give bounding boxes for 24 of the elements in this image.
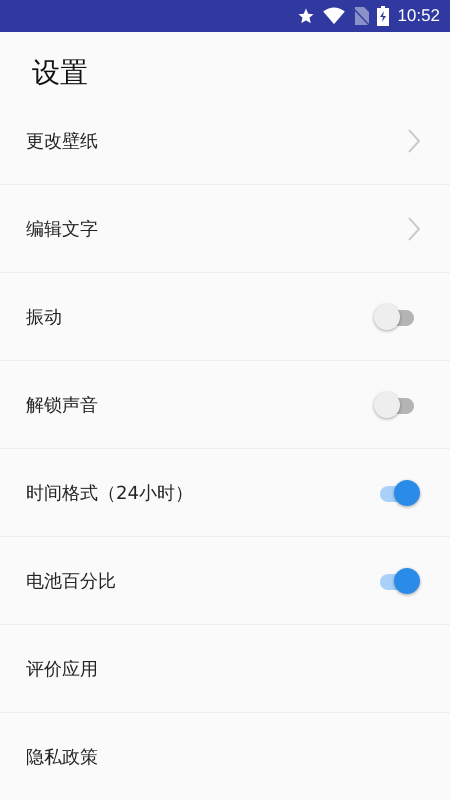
item-label: 编辑文字 (26, 218, 98, 240)
item-label: 解锁声音 (26, 394, 98, 416)
settings-item[interactable]: 编辑文字 (0, 185, 450, 273)
star-icon (297, 7, 316, 25)
settings-item[interactable]: 振动 (0, 273, 450, 361)
status-time: 10:52 (397, 6, 440, 26)
settings-item[interactable]: 时间格式（24小时） (0, 449, 450, 537)
settings-item[interactable]: 更改壁纸 (0, 97, 450, 185)
item-label: 评价应用 (26, 658, 98, 680)
settings-item[interactable]: 电池百分比 (0, 537, 450, 625)
chevron-icon (408, 128, 420, 152)
chevron-icon (408, 216, 420, 240)
item-label: 时间格式（24小时） (26, 482, 193, 504)
item-label: 隐私政策 (26, 746, 98, 768)
item-label: 振动 (26, 306, 62, 328)
no-sim-icon (353, 7, 370, 25)
settings-item[interactable]: 解锁声音 (0, 361, 450, 449)
battery-icon (377, 6, 390, 26)
page-title: 设置 (31, 55, 89, 91)
settings-item[interactable]: 评价应用 (0, 625, 450, 713)
wifi-icon (323, 7, 346, 25)
settings-item[interactable]: 隐私政策 (0, 713, 450, 800)
item-label: 更改壁纸 (26, 130, 98, 152)
item-label: 电池百分比 (26, 570, 116, 592)
